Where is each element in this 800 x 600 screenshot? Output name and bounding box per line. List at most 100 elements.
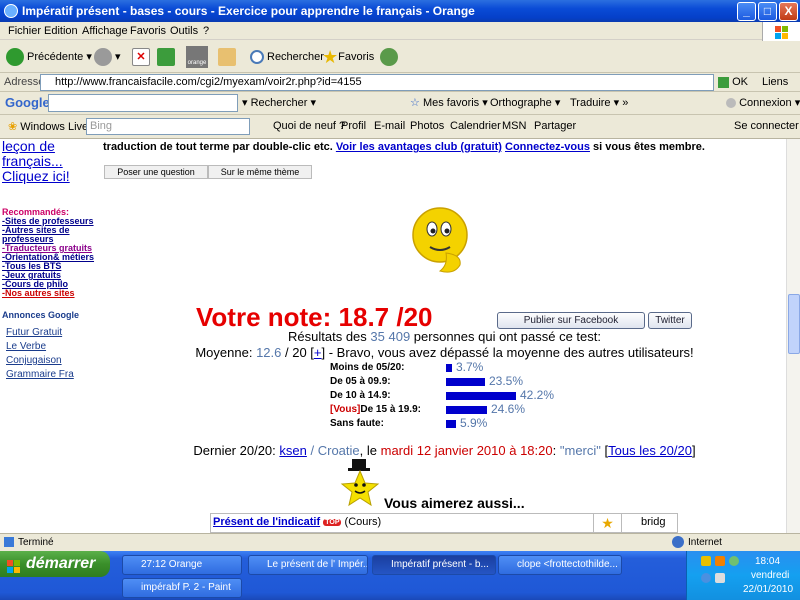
favorites-button[interactable]: ★Favoris <box>322 46 374 68</box>
refresh-button[interactable] <box>157 46 178 68</box>
my-favorites-button[interactable]: ☆ Mes favoris ▾ <box>410 96 488 109</box>
distribution-label: De 05 à 09.9: <box>330 376 391 387</box>
home-button[interactable] <box>218 46 239 68</box>
ad-link[interactable]: Le Verbe <box>6 340 74 354</box>
search-button[interactable]: Rechercher <box>250 46 324 68</box>
menu-affichage[interactable]: Affichage <box>82 25 128 37</box>
translate-button[interactable]: Traduire ▾ » <box>570 96 628 109</box>
distribution-bar <box>446 406 487 414</box>
task-orange[interactable]: 27:12 Orange <box>122 555 242 575</box>
ad-link[interactable]: Futur Gratuit <box>6 326 74 340</box>
stop-icon: ✕ <box>132 48 150 67</box>
shield-icon[interactable] <box>701 556 711 566</box>
task-clope[interactable]: clope <frottectothilde... <box>498 555 622 575</box>
google-search-button[interactable]: ▾ Rechercher ▾ <box>242 96 316 109</box>
forward-arrow-icon <box>94 48 112 67</box>
recommended-link[interactable]: -Autres sites de professeurs <box>2 226 100 244</box>
login-link[interactable]: Connectez-vous <box>505 141 590 153</box>
distribution-label: De 10 à 14.9: <box>330 390 391 401</box>
task-present[interactable]: Le présent de l' Impér... <box>248 555 368 575</box>
live-msn[interactable]: MSN <box>502 120 526 132</box>
taskbar: démarrer 27:12 Orange Le présent de l' I… <box>0 551 800 600</box>
spelling-button[interactable]: Orthographe ▾ <box>490 96 560 109</box>
facebook-share-button[interactable]: Publier sur Facebook <box>497 312 645 329</box>
connect-button[interactable]: Connexion ▾ <box>726 96 800 109</box>
menu-favoris[interactable]: Favoris <box>130 25 166 37</box>
navigation-toolbar: Précédente ▾ ▾ ✕ orange Rechercher ★Favo… <box>0 41 800 73</box>
top-badge: TOP <box>323 518 342 526</box>
live-photos[interactable]: Photos <box>410 120 444 132</box>
history-button[interactable] <box>380 46 401 68</box>
related-row: Présent de l'indicatif TOP (Cours) ★ bri… <box>210 513 678 533</box>
distribution-bar <box>446 378 485 386</box>
promo-link[interactable]: leçon de français... Cliquez ici! <box>2 139 98 184</box>
alert-icon[interactable] <box>715 556 725 566</box>
live-email[interactable]: E-mail <box>374 120 405 132</box>
zone-text: Internet <box>688 537 722 548</box>
average-value: 12.6 <box>256 345 282 360</box>
windows-live-toolbar: ❀ Windows Live Bing Quoi de neuf ? Profi… <box>0 115 800 139</box>
menu-outils[interactable]: Outils <box>170 25 198 37</box>
forward-button[interactable]: ▾ <box>94 46 121 68</box>
url-field[interactable]: http://www.francaisfacile.com/cgi2/myexa… <box>40 74 714 91</box>
you-will-like-title: Vous aimerez aussi... <box>384 495 525 511</box>
task-imperatif[interactable]: Impératif présent - b... <box>372 555 496 575</box>
rating-star-icon: ★ <box>594 514 622 532</box>
ad-link[interactable]: Grammaire Fra <box>6 368 74 382</box>
volume-icon[interactable] <box>715 573 725 583</box>
menu-bar: Fichier Edition Affichage Favoris Outils… <box>0 22 800 40</box>
you-marker: [Vous] <box>330 404 361 415</box>
live-calendar[interactable]: Calendrier <box>450 120 501 132</box>
windows-flag-icon <box>7 557 21 573</box>
ie-icon <box>4 4 18 18</box>
menu-help[interactable]: ? <box>203 25 209 37</box>
ask-question-tab[interactable]: Poser une question <box>104 165 208 179</box>
distribution-percent: 3.7% <box>456 360 484 374</box>
live-share[interactable]: Partager <box>534 120 576 132</box>
messenger-icon[interactable] <box>701 573 711 583</box>
task-paint[interactable]: impérabf P. 2 - Paint <box>122 578 242 598</box>
menu-fichier[interactable]: Fichier <box>8 25 41 37</box>
clock-day: vendredi <box>751 570 790 581</box>
same-theme-tab[interactable]: Sur le même thème <box>208 165 312 179</box>
live-signin[interactable]: Se connecter <box>734 120 799 132</box>
go-button[interactable]: OK <box>718 76 748 88</box>
orange-button[interactable]: orange <box>186 46 208 68</box>
minimize-button[interactable]: _ <box>737 2 756 21</box>
average-more-link[interactable]: + <box>314 345 322 360</box>
results-line: Résultats des 35 409 personnes qui ont p… <box>288 329 601 344</box>
network-icon[interactable] <box>729 556 739 566</box>
ad-link[interactable]: Conjugaison <box>6 354 74 368</box>
start-button[interactable]: démarrer <box>0 551 110 577</box>
distribution-bar <box>446 420 456 428</box>
back-button[interactable]: Précédente ▾ <box>6 46 92 68</box>
stop-button[interactable]: ✕ <box>132 46 153 68</box>
menu-edition[interactable]: Edition <box>44 25 78 37</box>
last-perfect-user-link[interactable]: ksen <box>279 443 306 458</box>
user-icon <box>726 98 736 109</box>
twitter-button[interactable]: Twitter <box>648 312 692 329</box>
google-search-input[interactable] <box>48 94 238 112</box>
window-title: Impératif présent - bases - cours - Exer… <box>22 4 475 18</box>
refresh-icon <box>157 48 175 67</box>
live-whats-new[interactable]: Quoi de neuf ? <box>273 120 345 132</box>
close-button[interactable]: X <box>779 2 798 21</box>
club-link[interactable]: Voir les avantages club (gratuit) <box>336 141 502 153</box>
live-profile[interactable]: Profil <box>341 120 366 132</box>
address-bar: Adresse http://www.francaisfacile.com/cg… <box>0 73 800 92</box>
system-tray: 18:04 vendredi 22/01/2010 <box>686 551 800 600</box>
all-perfect-link[interactable]: Tous les 20/20 <box>608 443 692 458</box>
last-perfect-line: Dernier 20/20: ksen / Croatie, le mardi … <box>193 443 696 458</box>
distribution-label: Moins de 05/20: <box>330 362 405 373</box>
maximize-button[interactable]: □ <box>758 2 777 21</box>
related-link[interactable]: Présent de l'indicatif <box>213 516 320 528</box>
vertical-scrollbar[interactable] <box>786 139 800 533</box>
status-bar: Terminé Internet <box>0 533 800 551</box>
distribution-row: De 05 à 09.9: 23.5% <box>330 374 630 389</box>
scrollbar-thumb[interactable] <box>788 294 800 354</box>
windows-live-logo: ❀ Windows Live <box>8 121 89 133</box>
recommended-link[interactable]: -Nos autres sites <box>2 289 100 298</box>
links-button[interactable]: Liens <box>762 76 788 88</box>
distribution-bar <box>446 392 516 400</box>
bing-search-input[interactable]: Bing <box>86 118 250 135</box>
